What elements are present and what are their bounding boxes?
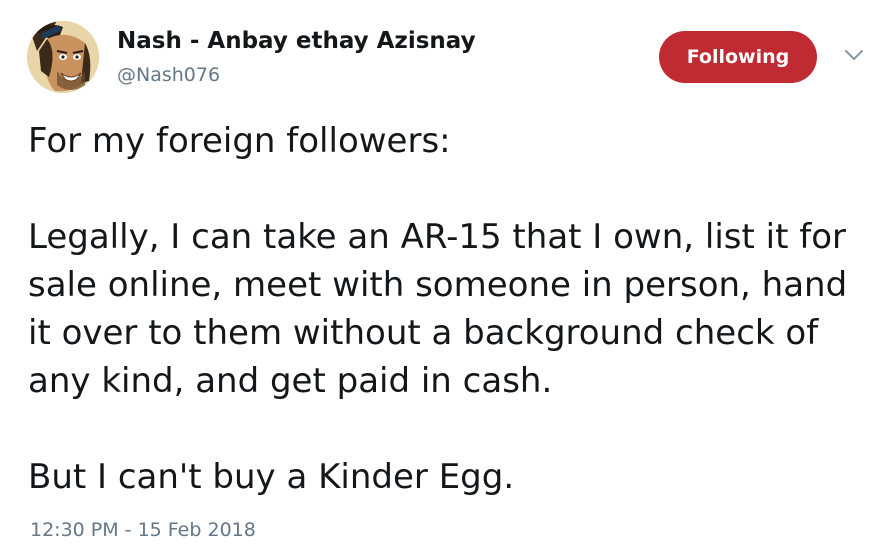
author-handle[interactable]: @Nash076: [117, 62, 220, 88]
tweet-text: For my foreign followers: Legally, I can…: [28, 117, 873, 501]
author-display-name[interactable]: Nash - Anbay ethay Azisnay: [117, 26, 476, 56]
cartoon-avatar-icon: [27, 21, 99, 93]
tweet-card: Nash - Anbay ethay Azisnay @Nash076 Foll…: [0, 0, 887, 556]
following-button[interactable]: Following: [659, 31, 817, 83]
tweet-paragraph: But I can't buy a Kinder Egg.: [28, 457, 515, 497]
tweet-timestamp[interactable]: 12:30 PM - 15 Feb 2018: [30, 517, 256, 543]
tweet-paragraph: For my foreign followers:: [28, 121, 451, 161]
avatar[interactable]: [27, 21, 99, 93]
chevron-down-icon[interactable]: [843, 47, 865, 63]
tweet-paragraph: Legally, I can take an AR-15 that I own,…: [28, 217, 848, 401]
